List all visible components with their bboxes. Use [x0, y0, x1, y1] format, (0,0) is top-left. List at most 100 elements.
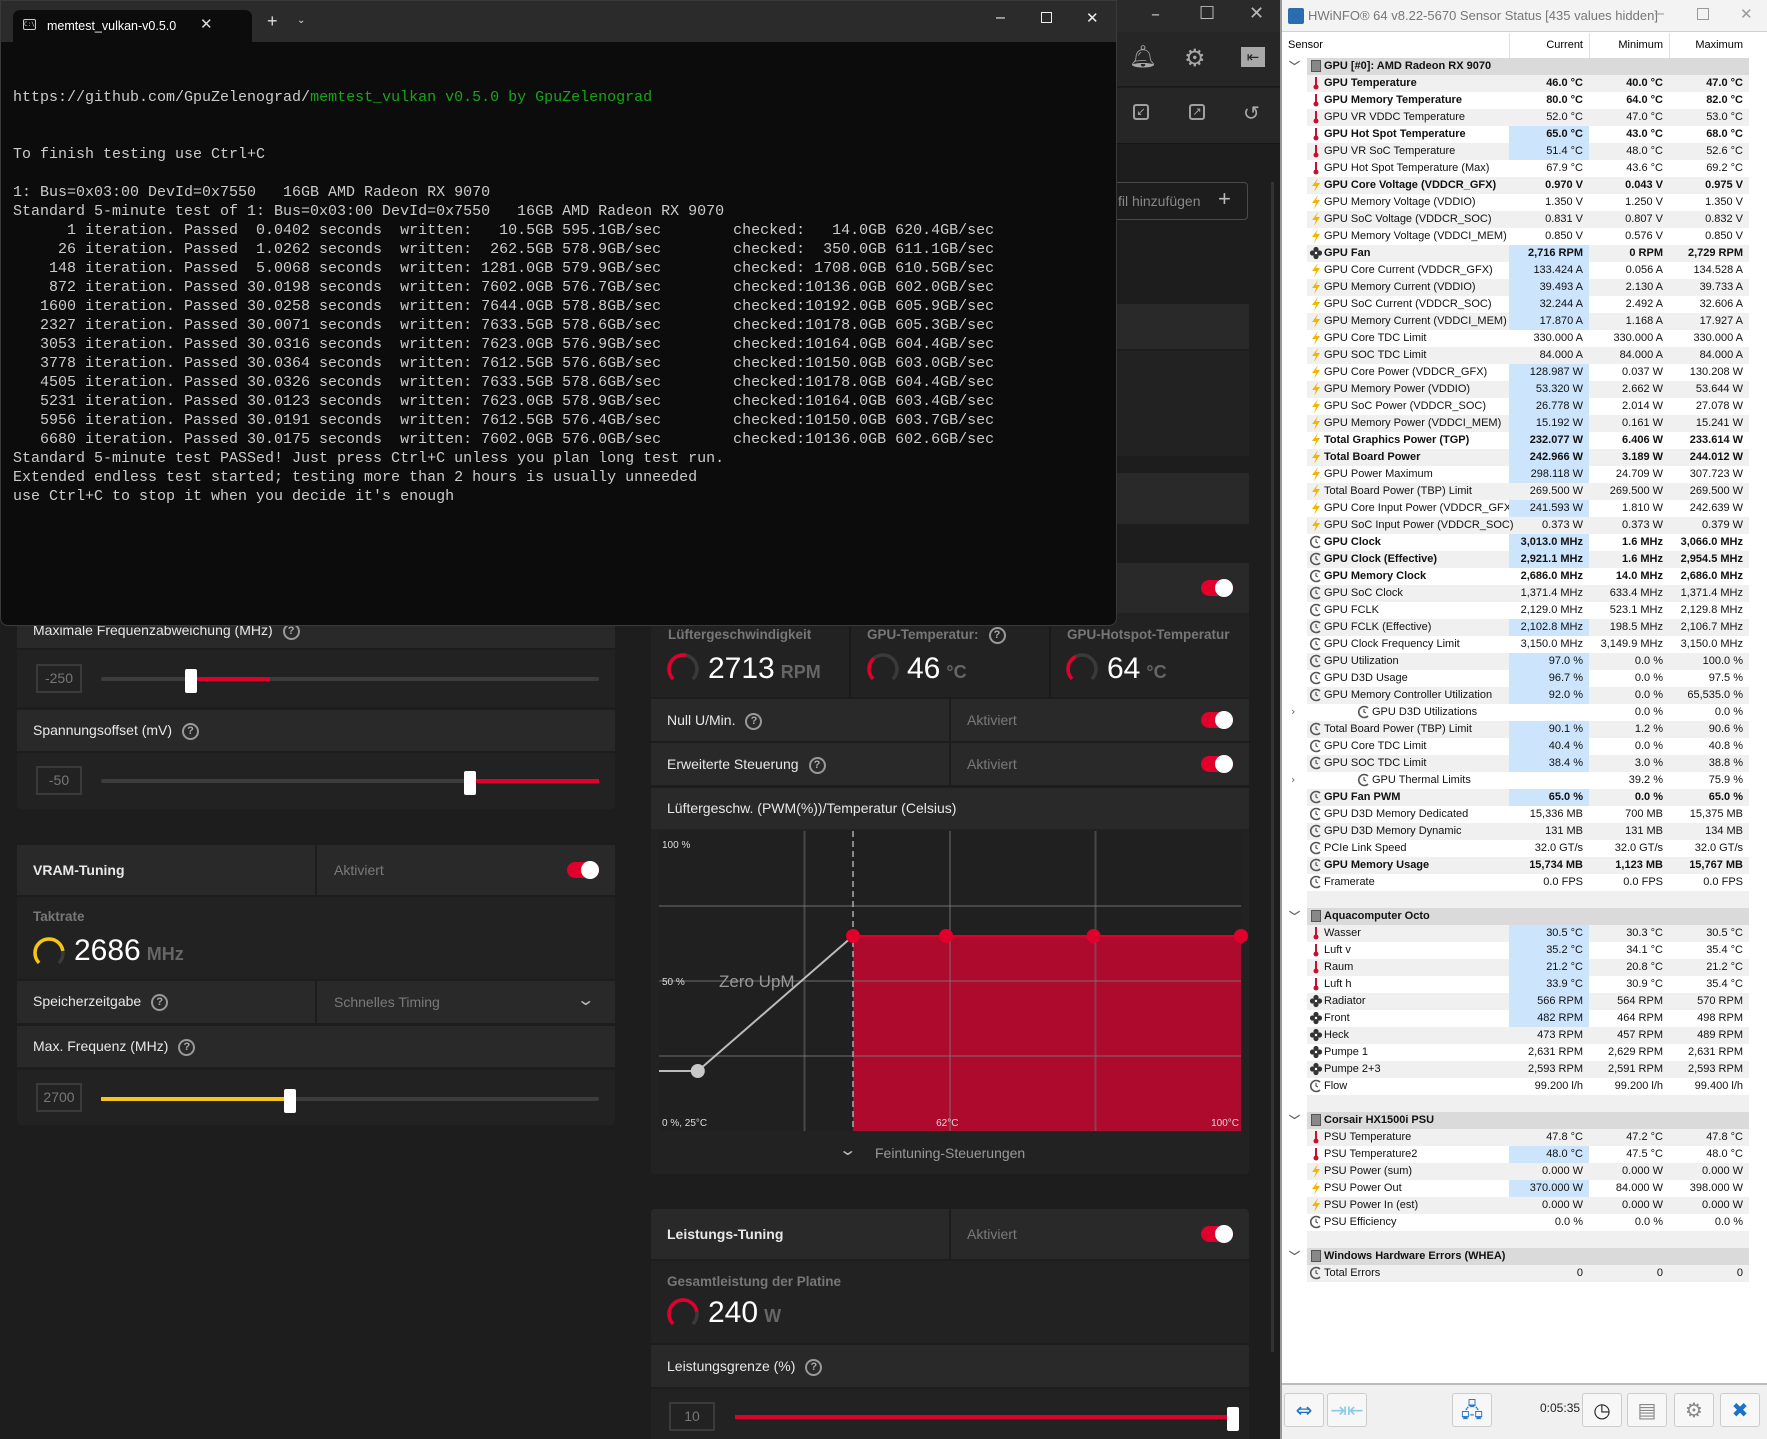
sensor-row[interactable]: GPU SoC Clock 1,371.4 MHz 633.4 MHz 1,371.4… — [1307, 585, 1749, 602]
close-button[interactable]: ✕ — [1740, 5, 1753, 23]
vram-max-freq-input[interactable]: 2700 — [36, 1083, 82, 1112]
sensor-row[interactable]: PSU Power Out 370.000 W 84.000 W 398.000 W — [1307, 1180, 1749, 1197]
sensor-row[interactable]: GPU SoC Power (VDDCR_SOC) 26.778 W 2.014 W… — [1307, 398, 1749, 415]
sensor-row[interactable]: GPU FCLK (Effective) 2,102.8 MHz 198.5 MHz… — [1307, 619, 1749, 636]
sensor-row[interactable]: GPU Memory Power (VDDIO) 53.320 W 2.662 W 5… — [1307, 381, 1749, 398]
chevron-down-icon[interactable]: ﹀ — [1289, 58, 1300, 74]
close-sensors-button[interactable]: ✖ — [1720, 1393, 1760, 1427]
sensor-row[interactable]: Flow 99.200 l/h 99.200 l/h 99.400 l/h — [1307, 1078, 1749, 1095]
advanced-control-toggle[interactable] — [1201, 755, 1233, 773]
sensor-row[interactable]: Pumpe 1 2,631 RPM 2,629 RPM 2,631 RPM — [1307, 1044, 1749, 1061]
export-profile-icon[interactable]: ↗ — [1189, 104, 1205, 120]
expand-arrows-button[interactable]: ⇔ — [1284, 1393, 1324, 1427]
slider-thumb[interactable] — [463, 771, 476, 795]
sensor-row[interactable]: GPU SoC Voltage (VDDCR_SOC) 0.831 V 0.807 … — [1307, 211, 1749, 228]
bell-icon[interactable]: 🔔︎ — [1129, 45, 1157, 70]
fan-curve-point[interactable] — [690, 1064, 705, 1078]
sensor-row[interactable]: GPU Memory Usage 15,734 MB 1,123 MB 15,767 … — [1307, 857, 1749, 874]
sensor-row[interactable]: GPU Utilization 97.0 % 0.0 % 100.0 % — [1307, 653, 1749, 670]
tab-dropdown-icon[interactable]: ⌄ — [297, 15, 305, 26]
terminal-tab[interactable]: C:\ memtest_vulkan-v0.5.0 ✕ — [13, 10, 252, 42]
maximize-button[interactable] — [1697, 8, 1709, 20]
sensor-row[interactable]: Total Errors 0 0 0 — [1307, 1265, 1749, 1282]
sensor-row[interactable]: GPU Core TDC Limit 330.000 A 330.000 A 330.… — [1307, 330, 1749, 347]
fan-curve-point[interactable] — [1086, 929, 1101, 943]
sensor-row[interactable]: Radiator 566 RPM 564 RPM 570 RPM — [1307, 993, 1749, 1010]
sensor-row[interactable]: PCIe Link Speed 32.0 GT/s 32.0 GT/s 32.0 GT… — [1307, 840, 1749, 857]
sensor-row[interactable]: Framerate 0.0 FPS 0.0 FPS 0.0 FPS — [1307, 874, 1749, 891]
chevron-down-icon[interactable]: ﹀ — [1289, 1112, 1300, 1128]
column-maximum[interactable]: Maximum — [1669, 33, 1743, 58]
slider-track[interactable] — [101, 677, 599, 681]
sensor-row[interactable]: GPU SoC Current (VDDCR_SOC) 32.244 A 2.492… — [1307, 296, 1749, 313]
sensor-row[interactable]: Pumpe 2+3 2,593 RPM 2,591 RPM 2,593 RPM — [1307, 1061, 1749, 1078]
sensor-row[interactable]: PSU Efficiency 0.0 % 0.0 % 0.0 % — [1307, 1214, 1749, 1231]
scrollbar[interactable] — [1271, 182, 1274, 1352]
sensor-row[interactable]: GPU Core Power (VDDCR_GFX) 128.987 W 0.037… — [1307, 364, 1749, 381]
sensor-row[interactable]: GPU Temperature 46.0 °C 40.0 °C 47.0 °C — [1307, 75, 1749, 92]
column-minimum[interactable]: Minimum — [1589, 33, 1663, 58]
sensor-row[interactable]: GPU D3D Memory Dynamic 131 MB 131 MB 134 MB — [1307, 823, 1749, 840]
sensor-row[interactable]: PSU Temperature2 48.0 °C 47.5 °C 48.0 °C — [1307, 1146, 1749, 1163]
sensor-row[interactable]: GPU D3D Memory Dedicated 15,336 MB 700 MB 1… — [1307, 806, 1749, 823]
sensor-row[interactable]: GPU SoC Input Power (VDDCR_SOC) 0.373 W 0.… — [1307, 517, 1749, 534]
sensor-row[interactable]: GPU Power Maximum 298.118 W 24.709 W 307.72… — [1307, 466, 1749, 483]
sensor-row[interactable]: GPU SOC TDC Limit 38.4 % 3.0 % 38.8 % — [1307, 755, 1749, 772]
slider-thumb[interactable] — [184, 669, 197, 693]
sensor-row[interactable]: GPU Fan PWM 65.0 % 0.0 % 65.0 % — [1307, 789, 1749, 806]
sensor-row[interactable]: › GPU Thermal Limits 39.2 % 75.9 % — [1291, 772, 1749, 789]
sensor-row[interactable]: Wasser 30.5 °C 30.3 °C 30.5 °C — [1307, 925, 1749, 942]
sensor-row[interactable]: GPU Core Current (VDDCR_GFX) 133.424 A 0.0… — [1307, 262, 1749, 279]
reset-icon[interactable]: ↺ — [1243, 101, 1260, 125]
sensor-row[interactable]: PSU Power In (est) 0.000 W 0.000 W 0.000 W — [1307, 1197, 1749, 1214]
chevron-right-icon[interactable]: › — [1291, 705, 1295, 718]
sensor-row[interactable]: GPU Clock Frequency Limit 3,150.0 MHz 3,14… — [1307, 636, 1749, 653]
chevron-down-icon[interactable]: ﹀ — [1289, 908, 1300, 924]
close-button[interactable]: ✕ — [1086, 9, 1099, 27]
clock-button[interactable]: ◷ — [1582, 1393, 1622, 1427]
close-tab-icon[interactable]: ✕ — [200, 15, 213, 33]
network-button[interactable]: 🖧 — [1452, 1393, 1492, 1427]
sensor-row[interactable]: GPU Memory Temperature 80.0 °C 64.0 °C 82.0… — [1307, 92, 1749, 109]
sensor-group-header[interactable]: ﹀ Windows Hardware Errors (WHEA) — [1289, 1248, 1749, 1265]
sensor-row[interactable]: GPU Core Voltage (VDDCR_GFX) 0.970 V 0.043… — [1307, 177, 1749, 194]
close-button[interactable]: ✕ — [1249, 3, 1264, 24]
fan-curve-point[interactable] — [1234, 929, 1248, 943]
sensor-row[interactable]: Total Board Power (TBP) Limit 269.500 W 26… — [1307, 483, 1749, 500]
sensor-row[interactable]: GPU FCLK 2,129.0 MHz 523.1 MHz 2,129.8 MHz — [1307, 602, 1749, 619]
sensor-row[interactable]: Total Graphics Power (TGP) 232.077 W 6.406… — [1307, 432, 1749, 449]
sensor-row[interactable]: Total Board Power (TBP) Limit 90.1 % 1.2 %… — [1307, 721, 1749, 738]
slider-thumb[interactable] — [1227, 1407, 1239, 1431]
sensor-group-header[interactable]: ﹀ Aquacomputer Octo — [1289, 908, 1749, 925]
sensor-row[interactable]: GPU Memory Current (VDDCI_MEM) 17.870 A 1.… — [1307, 313, 1749, 330]
sensor-row[interactable]: GPU Clock 3,013.0 MHz 1.6 MHz 3,066.0 MHz — [1307, 534, 1749, 551]
memory-timing-dropdown[interactable]: Schnelles Timing ⌄ — [317, 981, 615, 1023]
sensor-row[interactable]: GPU Clock (Effective) 2,921.1 MHz 1.6 MHz 2… — [1307, 551, 1749, 568]
sensor-row[interactable]: Total Board Power 242.966 W 3.189 W 244.012… — [1307, 449, 1749, 466]
sensor-row[interactable]: GPU VR SoC Temperature 51.4 °C 48.0 °C 52.6… — [1307, 143, 1749, 160]
sensor-row[interactable]: GPU D3D Usage 96.7 % 0.0 % 97.5 % — [1307, 670, 1749, 687]
sensor-row[interactable]: GPU Memory Current (VDDIO) 39.493 A 2.130 … — [1307, 279, 1749, 296]
sensor-row[interactable]: GPU Memory Power (VDDCI_MEM) 15.192 W 0.16… — [1307, 415, 1749, 432]
max-freq-offset-input[interactable]: -250 — [36, 664, 82, 693]
settings-button[interactable]: ⚙ — [1674, 1393, 1714, 1427]
report-button[interactable]: ▤ — [1627, 1393, 1667, 1427]
minimize-button[interactable]: – — [1655, 5, 1664, 23]
gear-icon[interactable]: ⚙ — [1184, 44, 1206, 72]
sensor-group-header[interactable]: ﹀ GPU [#0]: AMD Radeon RX 9070 — [1289, 58, 1749, 75]
sensor-row[interactable]: Heck 473 RPM 457 RPM 489 RPM — [1307, 1027, 1749, 1044]
zero-rpm-toggle[interactable] — [1201, 711, 1233, 729]
sensor-row[interactable]: GPU SOC TDC Limit 84.000 A 84.000 A 84.000 … — [1307, 347, 1749, 364]
voltage-offset-input[interactable]: -50 — [36, 766, 82, 795]
import-profile-icon[interactable]: ↙ — [1133, 104, 1149, 120]
sensor-row[interactable]: GPU Fan 2,716 RPM 0 RPM 2,729 RPM — [1307, 245, 1749, 262]
sensor-row[interactable]: Raum 21.2 °C 20.8 °C 21.2 °C — [1307, 959, 1749, 976]
sensor-row[interactable]: GPU Hot Spot Temperature 65.0 °C 43.0 °C 68… — [1307, 126, 1749, 143]
sensor-row[interactable]: GPU Memory Controller Utilization 92.0 % 0… — [1307, 687, 1749, 704]
slider-thumb[interactable] — [284, 1089, 297, 1113]
sensor-row[interactable]: PSU Temperature 47.8 °C 47.2 °C 47.8 °C — [1307, 1129, 1749, 1146]
new-tab-button[interactable]: + — [267, 11, 278, 32]
power-tuning-toggle[interactable] — [1201, 1225, 1233, 1243]
sensor-row[interactable]: PSU Power (sum) 0.000 W 0.000 W 0.000 W — [1307, 1163, 1749, 1180]
column-sensor[interactable]: Sensor — [1288, 39, 1323, 51]
